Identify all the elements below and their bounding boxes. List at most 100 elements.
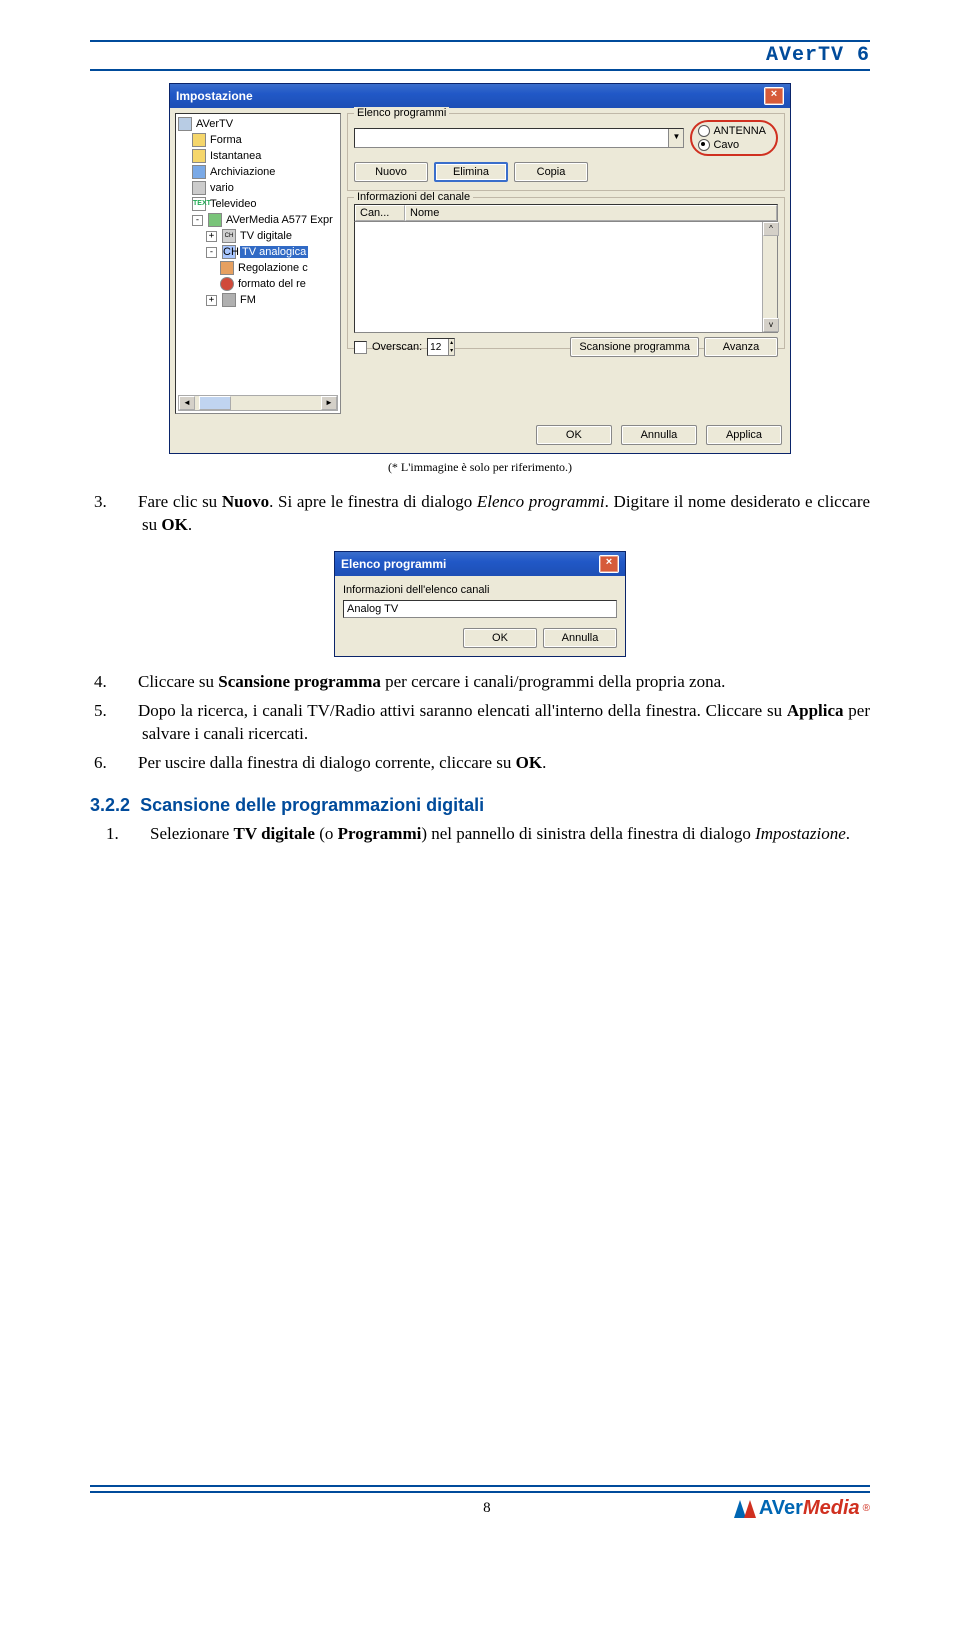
- step-6: 6.Per uscire dalla finestra di dialogo c…: [118, 752, 870, 775]
- dialog-button-row: OK Annulla Applica: [170, 419, 790, 453]
- dropdown-icon[interactable]: ▼: [668, 129, 683, 147]
- tree-item-icon: [192, 133, 206, 147]
- tree-item[interactable]: + CH TV digitale: [178, 228, 338, 244]
- tree-item-label: TV digitale: [240, 230, 292, 242]
- tree-item-icon: [222, 293, 236, 307]
- applica-button[interactable]: Applica: [706, 425, 782, 445]
- overscan-value[interactable]: [428, 342, 448, 353]
- titlebar: Impostazione ×: [170, 84, 790, 108]
- tree-item[interactable]: + FM: [178, 292, 338, 308]
- elenco-name-input[interactable]: [343, 600, 617, 618]
- dialog2-ok-button[interactable]: OK: [463, 628, 537, 648]
- dialog2-title: Elenco programmi: [341, 557, 446, 571]
- tree-item-label: AVerMedia A577 Expr: [226, 214, 333, 226]
- tree-item-label: AVerTV: [196, 118, 233, 130]
- informazioni-canale-fieldset: Informazioni del canale Can... Nome ^ v: [347, 197, 785, 349]
- tree-item-label: Archiviazione: [210, 166, 275, 178]
- dialog2-label: Informazioni dell'elenco canali: [343, 584, 617, 596]
- section-step-1: 1.Selezionare TV digitale (o Programmi) …: [130, 823, 870, 846]
- step-4: 4.Cliccare su Scansione programma per ce…: [118, 671, 870, 694]
- signal-radio-group: ANTENNA Cavo: [690, 120, 778, 156]
- tree-item[interactable]: AVerTV: [178, 116, 338, 132]
- tree-item-icon: CH: [222, 229, 236, 243]
- avanza-button[interactable]: Avanza: [704, 337, 778, 357]
- tree-item[interactable]: formato del re: [178, 276, 338, 292]
- tree-item-icon: [192, 149, 206, 163]
- page-footer: 8 AVerMedia®: [90, 1485, 870, 1520]
- radio-cavo-label: Cavo: [713, 139, 739, 151]
- tree-item-icon: [220, 277, 234, 291]
- radio-antenna-label: ANTENNA: [713, 125, 766, 137]
- overscan-spinner[interactable]: ▴▾: [427, 338, 455, 356]
- nuovo-button[interactable]: Nuovo: [354, 162, 428, 182]
- col-nome[interactable]: Nome: [405, 205, 777, 221]
- expander-icon[interactable]: +: [206, 295, 217, 306]
- tree-item-icon: [178, 117, 192, 131]
- close-icon[interactable]: ×: [764, 87, 784, 105]
- tree-item-icon: CH: [222, 245, 236, 259]
- dialog-title: Impostazione: [176, 89, 253, 103]
- scansione-programma-button[interactable]: Scansione programma: [570, 337, 699, 357]
- page-number: 8: [240, 1500, 734, 1517]
- expander-icon[interactable]: -: [206, 247, 217, 258]
- image-caption: (* L'immagine è solo per riferimento.): [90, 460, 870, 475]
- tree-item[interactable]: Regolazione c: [178, 260, 338, 276]
- tree-item[interactable]: TEXT Televideo: [178, 196, 338, 212]
- elimina-button[interactable]: Elimina: [434, 162, 508, 182]
- step-3: 3.Fare clic su Nuovo. Si apre le finestr…: [118, 491, 870, 537]
- tree-item-label: formato del re: [238, 278, 306, 290]
- tree-item-icon: [192, 165, 206, 179]
- expander-icon[interactable]: +: [206, 231, 217, 242]
- avermedia-logo: AVerMedia®: [734, 1497, 870, 1520]
- tree-item-label: Forma: [210, 134, 242, 146]
- section-heading: 3.2.2 Scansione delle programmazioni dig…: [90, 793, 870, 817]
- col-can[interactable]: Can...: [355, 205, 405, 221]
- tree-item[interactable]: vario: [178, 180, 338, 196]
- tree-item[interactable]: Archiviazione: [178, 164, 338, 180]
- tree-item[interactable]: Forma: [178, 132, 338, 148]
- ok-button[interactable]: OK: [536, 425, 612, 445]
- overscan-checkbox[interactable]: [354, 341, 367, 354]
- legend-elenco: Elenco programmi: [354, 107, 449, 119]
- scroll-up-icon[interactable]: ^: [763, 222, 779, 236]
- vscrollbar[interactable]: ^ v: [762, 222, 777, 332]
- elenco-programmi-fieldset: Elenco programmi ▼ ANTENNA Cavo Nuovo El…: [347, 113, 785, 191]
- copia-button[interactable]: Copia: [514, 162, 588, 182]
- hscrollbar[interactable]: ◄►: [178, 395, 338, 411]
- expander-icon[interactable]: -: [192, 215, 203, 226]
- tree-item-icon: TEXT: [192, 197, 206, 211]
- radio-cavo[interactable]: [698, 139, 710, 151]
- tree-item[interactable]: - AVerMedia A577 Expr: [178, 212, 338, 228]
- impostazione-dialog: Impostazione × AVerTV Forma Istantanea Arch…: [169, 83, 791, 454]
- programmi-combo[interactable]: ▼: [354, 128, 684, 148]
- radio-antenna[interactable]: [698, 125, 710, 137]
- tree-item-label: Regolazione c: [238, 262, 308, 274]
- spin-up-icon[interactable]: ▴: [448, 339, 454, 347]
- close-icon[interactable]: ×: [599, 555, 619, 573]
- tree-item-icon: [208, 213, 222, 227]
- elenco-programmi-dialog: Elenco programmi × Informazioni dell'ele…: [334, 551, 626, 657]
- tree-item-label: vario: [210, 182, 234, 194]
- tree-item-label: Televideo: [210, 198, 256, 210]
- tree-item-label: TV analogica: [240, 246, 308, 258]
- scroll-down-icon[interactable]: v: [763, 318, 779, 332]
- dialog2-annulla-button[interactable]: Annulla: [543, 628, 617, 648]
- annulla-button[interactable]: Annulla: [621, 425, 697, 445]
- step-5: 5.Dopo la ricerca, i canali TV/Radio att…: [118, 700, 870, 746]
- header-title: AVerTV 6: [90, 44, 870, 67]
- scroll-right-icon[interactable]: ►: [321, 396, 337, 410]
- channel-table-header: Can... Nome: [354, 204, 778, 222]
- tree-item[interactable]: Istantanea: [178, 148, 338, 164]
- settings-tree[interactable]: AVerTV Forma Istantanea Archiviazione vario T…: [175, 113, 341, 414]
- channel-table-body: ^ v: [354, 222, 778, 333]
- tree-item-label: FM: [240, 294, 256, 306]
- tree-item-label: Istantanea: [210, 150, 261, 162]
- overscan-label: Overscan:: [372, 341, 422, 353]
- legend-info-canale: Informazioni del canale: [354, 191, 473, 203]
- spin-down-icon[interactable]: ▾: [448, 347, 454, 355]
- scroll-thumb[interactable]: [199, 396, 231, 410]
- tree-item-icon: [220, 261, 234, 275]
- scroll-left-icon[interactable]: ◄: [179, 396, 195, 410]
- tree-item[interactable]: -CH TV analogica: [178, 244, 338, 260]
- tree-item-icon: [192, 181, 206, 195]
